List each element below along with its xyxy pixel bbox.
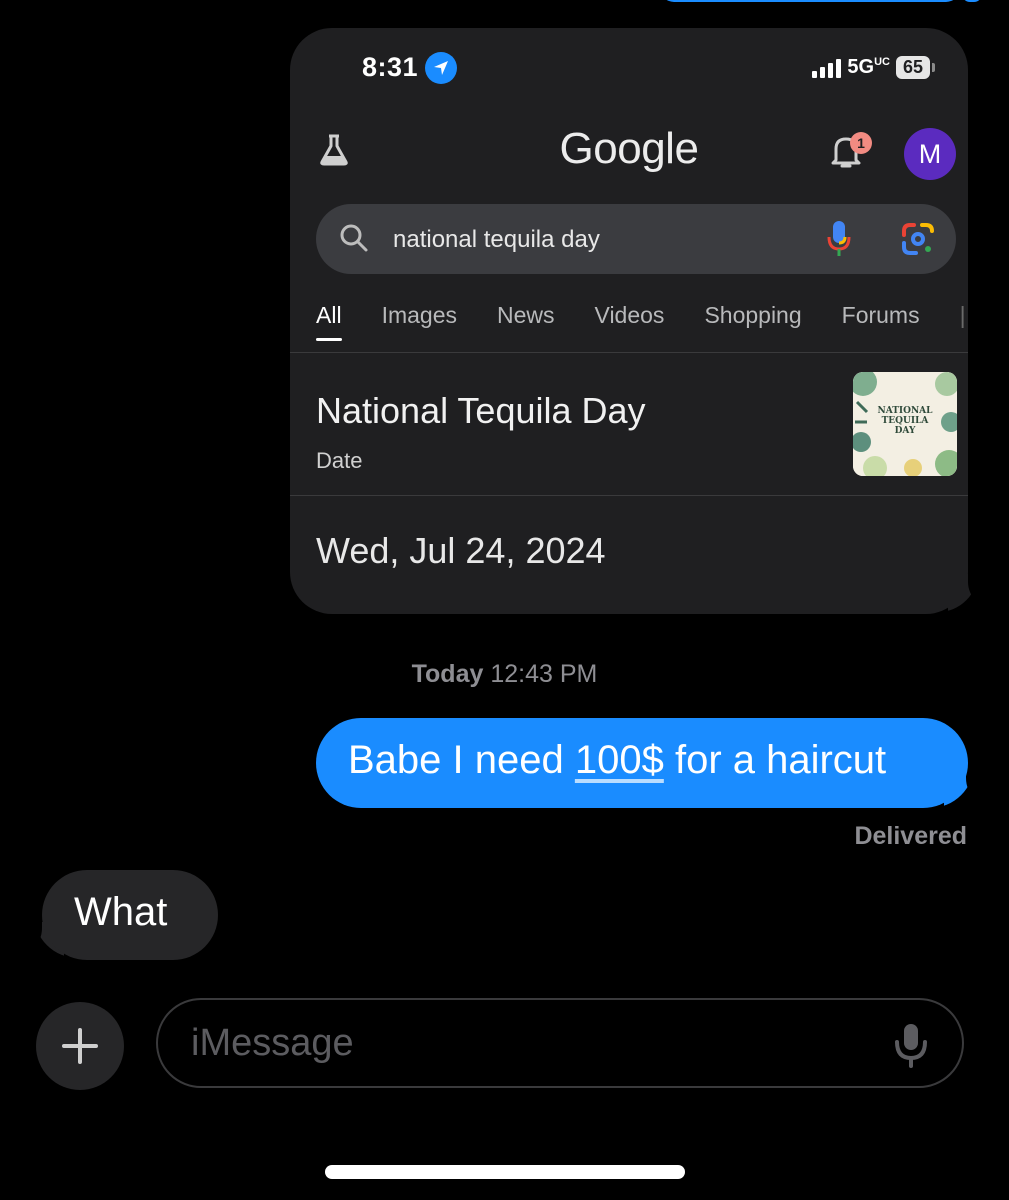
tab-videos[interactable]: Videos: [595, 302, 665, 329]
previous-sent-bubble: [660, 0, 960, 2]
search-icon: [338, 222, 370, 259]
received-message-bubble[interactable]: What: [42, 870, 218, 960]
delivery-status: Delivered: [854, 822, 967, 850]
account-avatar[interactable]: M: [904, 128, 956, 180]
search-tabs: All Images News Videos Shopping Forums |: [316, 302, 966, 341]
amount-data-detector-link[interactable]: 100$: [575, 738, 664, 782]
dictation-mic-icon[interactable]: [894, 1022, 928, 1073]
knowledge-panel-date: Wed, Jul 24, 2024: [316, 530, 606, 571]
sent-message-text: Babe I need 100$ for a haircut: [348, 738, 887, 782]
imessage-input-field[interactable]: iMessage: [156, 998, 964, 1088]
tabs-divider: [290, 352, 968, 353]
thumbnail-caption: NATIONAL TEQUILA DAY: [877, 406, 933, 436]
tab-all[interactable]: All: [316, 302, 342, 341]
tequila-day-thumbnail-image[interactable]: NATIONAL TEQUILA DAY: [853, 372, 957, 476]
search-query: national tequila day: [393, 226, 600, 253]
status-time: 8:31: [362, 52, 419, 82]
screenshot-image-message[interactable]: 8:31 5GUC 65 Google 1 M national tequila…: [290, 28, 968, 614]
received-message-text: What: [74, 890, 168, 934]
network-label: 5GUC: [847, 56, 890, 78]
sent-message-bubble[interactable]: Babe I need 100$ for a haircut: [316, 718, 968, 808]
tab-news[interactable]: News: [497, 302, 555, 329]
apps-plus-button[interactable]: [36, 1002, 124, 1090]
voice-search-mic-icon[interactable]: [826, 219, 852, 264]
search-bar[interactable]: national tequila day: [316, 204, 956, 274]
tab-images[interactable]: Images: [382, 302, 457, 329]
tab-overflow-cut: |: [959, 302, 966, 328]
cellular-signal-icon: [812, 58, 842, 78]
knowledge-panel-title: National Tequila Day: [316, 390, 646, 431]
status-indicators: 5GUC 65: [812, 56, 936, 79]
result-divider: [290, 495, 968, 496]
timestamp-day: Today: [411, 660, 484, 688]
input-placeholder: iMessage: [191, 1022, 354, 1064]
tab-shopping[interactable]: Shopping: [704, 302, 801, 329]
timestamp-time: 12:43 PM: [490, 660, 598, 688]
google-lens-icon[interactable]: [900, 221, 936, 262]
battery-indicator: 65: [895, 56, 936, 79]
message-timestamp: Today 12:43 PM: [0, 660, 1009, 689]
plus-icon: [62, 1028, 98, 1064]
tab-forums[interactable]: Forums: [842, 302, 920, 329]
home-indicator[interactable]: [325, 1165, 685, 1179]
knowledge-panel-subtitle: Date: [316, 448, 363, 473]
location-arrow-icon: [425, 52, 457, 84]
notification-badge: 1: [850, 132, 872, 154]
previous-sent-bubble-tail: [962, 0, 982, 2]
screenshot-bubble-tail: [948, 574, 982, 614]
